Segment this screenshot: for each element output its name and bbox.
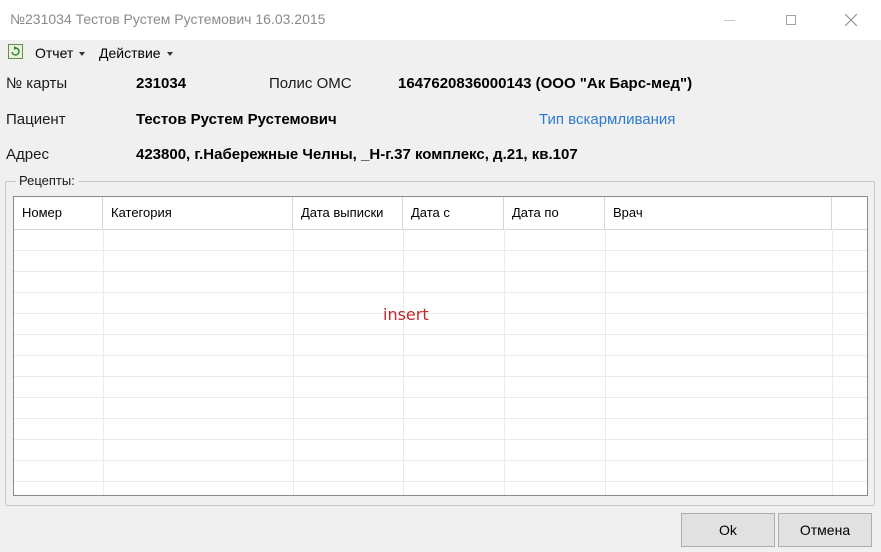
address-label: Адрес — [6, 146, 49, 163]
maximize-button[interactable] — [768, 0, 814, 40]
grid-row-divider — [14, 313, 867, 314]
card-label: № карты — [6, 75, 68, 92]
column-header-issue-date[interactable]: Дата выписки — [293, 197, 403, 229]
patient-label: Пациент — [6, 111, 66, 128]
menu-report[interactable]: Отчет — [35, 45, 86, 61]
menu-report-label: Отчет — [35, 45, 74, 61]
prescriptions-grid[interactable]: Номер Категория Дата выписки Дата с Дата… — [13, 196, 868, 496]
patient-value: Тестов Рустем Рустемович — [136, 111, 337, 128]
ok-button[interactable]: Ok — [681, 513, 775, 547]
window-title: №231034 Тестов Рустем Рустемович 16.03.2… — [10, 11, 326, 27]
grid-column-divider — [103, 229, 104, 495]
close-icon — [845, 14, 857, 26]
maximize-icon — [786, 15, 796, 25]
card-value: 231034 — [136, 75, 187, 92]
grid-row-divider — [14, 334, 867, 335]
cancel-button[interactable]: Отмена — [778, 513, 872, 547]
grid-row-divider — [14, 250, 867, 251]
grid-header: Номер Категория Дата выписки Дата с Дата… — [14, 197, 867, 230]
column-header-date-to[interactable]: Дата по — [504, 197, 605, 229]
minimize-icon — [723, 19, 735, 21]
grid-row-divider — [14, 355, 867, 356]
column-header-doctor[interactable]: Врач — [605, 197, 832, 229]
menu-action-label: Действие — [99, 45, 161, 61]
grid-row-divider — [14, 439, 867, 440]
refresh-icon[interactable] — [8, 44, 23, 59]
policy-label: Полис ОМС — [269, 75, 352, 92]
minimize-button[interactable] — [706, 0, 752, 40]
column-header-number[interactable]: Номер — [14, 197, 103, 229]
grid-column-divider — [504, 229, 505, 495]
insert-overlay-text: insert — [383, 305, 429, 324]
grid-column-divider — [605, 229, 606, 495]
chevron-down-icon — [79, 51, 86, 56]
menu-action[interactable]: Действие — [99, 45, 173, 61]
prescriptions-group-label: Рецепты: — [16, 173, 78, 188]
feeding-type-link[interactable]: Тип вскармливания — [539, 111, 675, 128]
grid-row-divider — [14, 292, 867, 293]
grid-row-divider — [14, 397, 867, 398]
grid-row-divider — [14, 418, 867, 419]
grid-column-divider — [293, 229, 294, 495]
column-header-date-from[interactable]: Дата с — [403, 197, 504, 229]
grid-row-divider — [14, 271, 867, 272]
chevron-down-icon — [166, 51, 173, 56]
grid-row-divider — [14, 460, 867, 461]
address-value: 423800, г.Набережные Челны, _Н-г.37 комп… — [136, 146, 578, 163]
grid-column-divider — [832, 229, 833, 495]
close-button[interactable] — [828, 0, 874, 40]
grid-column-divider — [403, 229, 404, 495]
grid-row-divider — [14, 481, 867, 482]
grid-row-divider — [14, 376, 867, 377]
policy-value: 1647620836000143 (ООО "Ак Барс-мед") — [398, 75, 693, 92]
column-header-category[interactable]: Категория — [103, 197, 293, 229]
